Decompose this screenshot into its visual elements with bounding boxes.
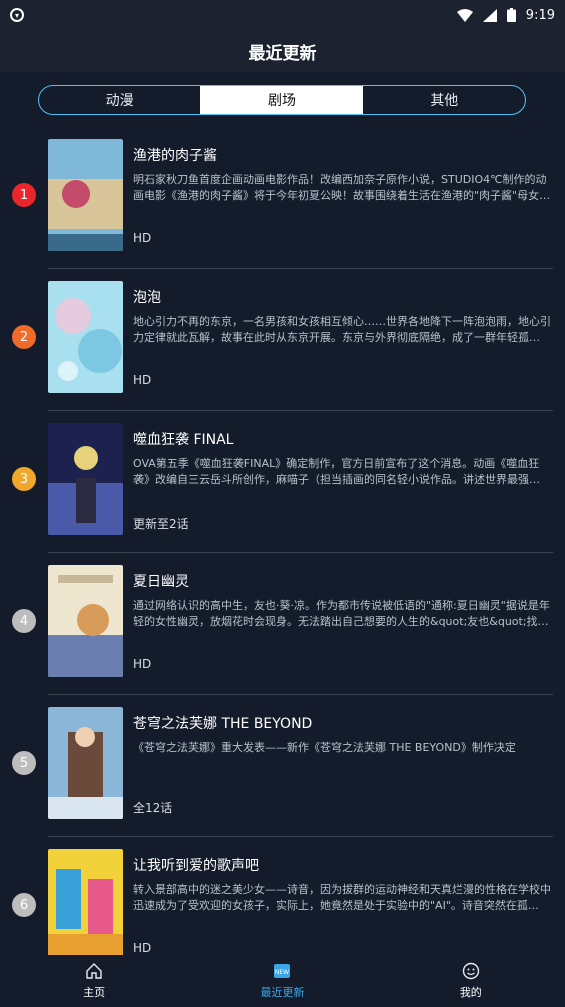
nav-profile-label: 我的	[459, 986, 482, 999]
svg-text:NEW: NEW	[275, 969, 289, 976]
item-title: 让我听到爱的歌声吧	[133, 858, 259, 874]
category-tabs: 动漫 剧场 其他	[38, 85, 526, 115]
item-title: 渔港的肉子酱	[133, 148, 217, 164]
item-title: 夏日幽灵	[133, 574, 189, 590]
list-item[interactable]: 4 夏日幽灵 通过网络认识的高中生，友也·葵·凉。作为都市传说被低语的"通称:夏…	[0, 553, 565, 695]
battery-icon	[506, 8, 516, 22]
poster-image	[48, 423, 123, 535]
shield-icon: ▾	[10, 8, 24, 22]
nav-recent-label: 最近更新	[260, 986, 305, 999]
item-title: 苍穹之法芙娜 THE BEYOND	[133, 716, 313, 732]
item-description: 地心引力不再的东京，一名男孩和女孩相互倾心……世界各地降下一阵泡泡雨，地心引力定…	[133, 315, 551, 344]
page-title: 最近更新	[248, 43, 317, 64]
poster-image	[48, 565, 123, 677]
app-bar: 最近更新	[0, 30, 565, 72]
item-status: HD	[133, 941, 152, 955]
item-status: 更新至2话	[133, 517, 189, 531]
wifi-icon	[456, 8, 473, 22]
status-time: 9:19	[525, 7, 555, 23]
rank-badge: 4	[12, 609, 36, 633]
nav-home-label: 主页	[83, 986, 106, 999]
tab-anime[interactable]: 动漫	[39, 86, 200, 114]
poster-image	[48, 707, 123, 819]
item-status: 全12话	[133, 801, 173, 815]
poster-image	[48, 849, 123, 955]
nav-home[interactable]: 主页	[34, 962, 154, 1000]
list-item[interactable]: 3 噬血狂袭 FINAL OVA第五季《噬血狂袭FINAL》确定制作，官方日前宣…	[0, 411, 565, 553]
item-title: 噬血狂袭 FINAL	[133, 432, 234, 448]
item-description: 通过网络认识的高中生，友也·葵·凉。作为都市传说被低语的"通称:夏日幽灵"据说是…	[133, 599, 550, 628]
rank-badge: 5	[12, 751, 36, 775]
bottom-navigation: 主页 NEW 最近更新 我的	[0, 955, 565, 1007]
poster-image	[48, 281, 123, 393]
signal-icon	[482, 8, 497, 22]
item-title: 泡泡	[133, 290, 161, 306]
rank-badge: 3	[12, 467, 36, 491]
item-description: 转入景部高中的迷之美少女——诗音，因为拔群的运动神经和天真烂漫的性格在学校中迅速…	[133, 883, 551, 912]
home-icon	[86, 963, 102, 979]
item-description: OVA第五季《噬血狂袭FINAL》确定制作，官方日前宣布了这个消息。动画《噬血狂…	[133, 457, 540, 486]
rank-badge: 1	[12, 183, 36, 207]
list-item[interactable]: 5 苍穹之法芙娜 THE BEYOND 《苍穹之法芙娜》重大发表——新作《苍穹之…	[0, 695, 565, 837]
status-bar: ▾ 9:19	[0, 0, 565, 30]
item-status: HD	[133, 231, 152, 245]
tab-other[interactable]: 其他	[363, 86, 525, 114]
item-status: HD	[133, 373, 152, 387]
item-description: 明石家秋刀鱼首度企画动画电影作品！改编西加奈子原作小说，STUDIO4℃制作的动…	[133, 173, 551, 202]
list-item[interactable]: 6 让我听到爱的歌声吧 转入景部高中的迷之美少女——诗音，因为拔群的运动神经和天…	[0, 837, 565, 955]
rank-badge: 6	[12, 893, 36, 917]
item-description: 《苍穹之法芙娜》重大发表——新作《苍穹之法芙娜 THE BEYOND》制作决定	[133, 741, 516, 754]
list-item[interactable]: 1 渔港的肉子酱 明石家秋刀鱼首度企画动画电影作品！改编西加奈子原作小说，STU…	[0, 127, 565, 269]
profile-icon	[462, 962, 480, 980]
new-icon: NEW	[274, 964, 291, 978]
update-list: 1 渔港的肉子酱 明石家秋刀鱼首度企画动画电影作品！改编西加奈子原作小说，STU…	[0, 127, 565, 955]
rank-badge: 2	[12, 325, 36, 349]
item-status: HD	[133, 657, 152, 671]
nav-profile[interactable]: 我的	[411, 962, 531, 1000]
nav-recent-updates[interactable]: NEW 最近更新	[222, 962, 342, 1000]
tab-theater[interactable]: 剧场	[200, 86, 363, 114]
poster-image	[48, 139, 123, 251]
list-item[interactable]: 2 泡泡 地心引力不再的东京，一名男孩和女孩相互倾心……世界各地降下一阵泡泡雨，…	[0, 269, 565, 411]
